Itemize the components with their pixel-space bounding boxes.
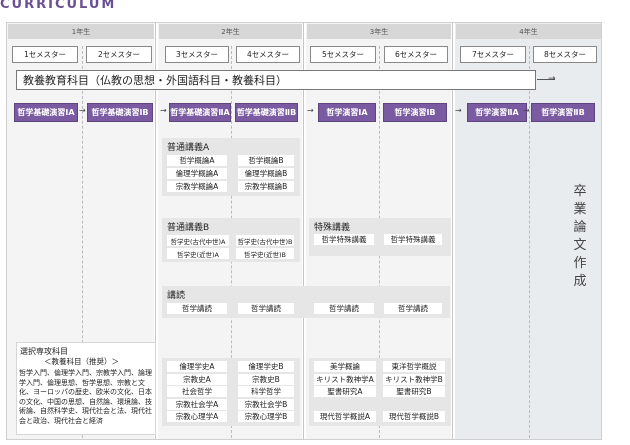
practicum-8: 哲学演習ⅡB [531, 103, 595, 122]
arrow-right-icon: → [548, 74, 556, 84]
semester-divider [529, 46, 530, 438]
course-item: 哲学講読 [314, 303, 374, 314]
course-item: 哲学史(古代中世)B [236, 235, 294, 246]
course-item: 現代哲学概説B [383, 411, 445, 422]
course-item: 倫理学概論B [238, 168, 294, 179]
course-item: 哲学特殊講義 [314, 234, 374, 245]
course-item: 哲学講読 [167, 303, 227, 314]
reading-title: 講読 [167, 291, 186, 301]
course-item: 東洋哲学概説 [383, 361, 445, 372]
practicum-6: 哲学演習ⅠB [383, 103, 447, 122]
general-lecture-b-title: 普通講義B [167, 223, 210, 233]
arrow-right-icon: → [79, 106, 86, 115]
course-item: 宗教心理学A [167, 411, 227, 422]
course-item: 哲学史(近世)B [236, 248, 294, 259]
course-item: 聖書研究B [383, 386, 445, 397]
year-header-2: 2年生 [159, 24, 302, 39]
practicum-4: 哲学基礎演習ⅡB [235, 103, 298, 122]
year-header-3: 3年生 [307, 24, 451, 39]
semester-4: 4セメスター [236, 46, 300, 63]
course-item: 哲学概論A [167, 155, 227, 166]
arrow-right-icon: → [307, 106, 314, 115]
course-item: 哲学史(古代中世)A [167, 235, 229, 246]
course-item: 宗教社会学A [167, 399, 227, 410]
course-item: 聖書研究A [314, 386, 376, 397]
course-item: キリスト教神学B [383, 374, 445, 385]
general-education-bar: 教養教育科目（仏教の思想・外国語科目・教養科目） [16, 70, 536, 90]
elective-body: 哲学入門、倫理学入門、宗教学入門、論理学入門、倫理思想、哲学思想、宗教と文化、ヨ… [19, 369, 152, 425]
arrow-right-icon: → [523, 106, 530, 115]
course-item: 倫理学概論A [167, 168, 227, 179]
semester-2: 2セメスター [86, 46, 152, 63]
practicum-1: 哲学基礎演習ⅠA [14, 103, 78, 122]
practicum-2: 哲学基礎演習ⅠB [87, 103, 153, 122]
course-item: 哲学講読 [384, 303, 442, 314]
semester-6: 6セメスター [384, 46, 448, 63]
page-title: CURRICULUM [0, 0, 117, 12]
course-item: 哲学史(近世)A [167, 248, 229, 259]
course-item: 宗教心理学B [238, 411, 294, 422]
course-item: 倫理学史A [167, 361, 227, 372]
course-item: 哲学特殊講義 [384, 234, 442, 245]
elective-subtitle: ＜教養科目（推奨）＞ [44, 357, 119, 366]
general-lecture-a-title: 普通講義A [167, 143, 210, 153]
course-item: 宗教史A [167, 374, 227, 385]
practicum-7: 哲学演習ⅡA [467, 103, 527, 122]
semester-5: 5セメスター [310, 46, 376, 63]
practicum-3: 哲学基礎演習ⅡA [169, 103, 231, 122]
course-item: 哲学概論B [238, 155, 294, 166]
thesis-label: 卒業論文作成 [573, 184, 587, 289]
arrow-right-icon: → [455, 106, 462, 115]
course-item: 宗教史B [238, 374, 294, 385]
course-item: 宗教社会学B [238, 399, 294, 410]
semester-1: 1セメスター [12, 46, 78, 63]
course-item: 現代哲学概説A [314, 411, 376, 422]
arrow-right-icon: → [160, 106, 167, 115]
course-item: 美学概論 [314, 361, 376, 372]
course-item: キリスト教神学A [314, 374, 376, 385]
course-item: 倫理学史B [238, 361, 294, 372]
semester-7: 7セメスター [460, 46, 526, 63]
course-item: 宗教学概論A [167, 181, 227, 192]
course-item: 科学哲学 [238, 386, 294, 397]
course-item: 宗教学概論B [238, 181, 294, 192]
practicum-5: 哲学演習ⅠA [318, 103, 376, 122]
year-header-1: 1年生 [8, 24, 154, 39]
course-item: 哲学講読 [238, 303, 294, 314]
year-header-4: 4年生 [456, 24, 601, 39]
special-lecture-title: 特殊講義 [314, 223, 351, 233]
semester-8: 8セメスター [533, 46, 597, 63]
semester-3: 3セメスター [165, 46, 229, 63]
course-item: 社会哲学 [167, 386, 227, 397]
